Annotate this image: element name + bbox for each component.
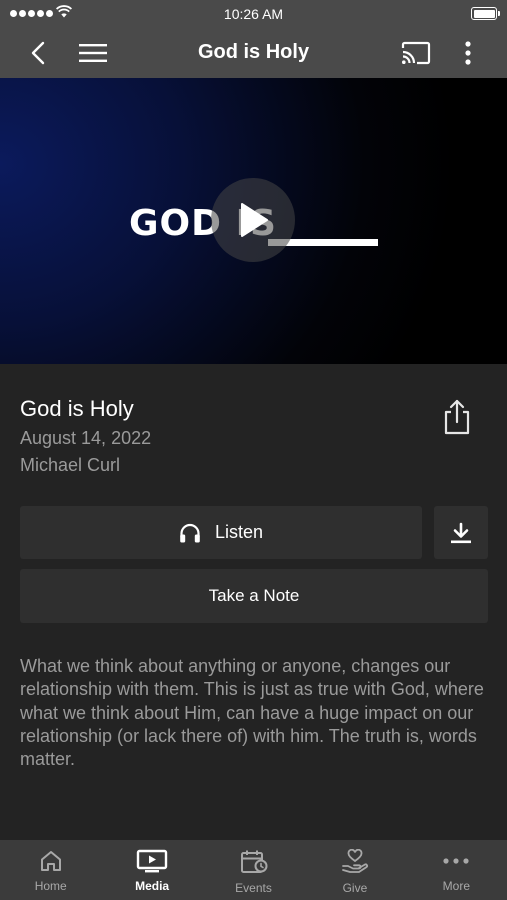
share-button[interactable] xyxy=(440,398,474,436)
overflow-menu-button[interactable] xyxy=(455,28,481,78)
tab-media-label: Media xyxy=(135,879,170,893)
tab-home-label: Home xyxy=(34,879,67,893)
tab-more-label: More xyxy=(442,879,470,893)
cast-icon xyxy=(401,41,431,65)
battery-icon xyxy=(471,7,500,20)
status-time: 10:26 AM xyxy=(223,6,284,22)
tab-events[interactable]: Events xyxy=(203,840,304,900)
download-icon xyxy=(451,522,471,543)
nav-bar: God is Holy xyxy=(0,28,507,78)
tab-bar: Home Media Events Give More xyxy=(0,840,507,900)
media-icon xyxy=(136,849,168,873)
sermon-description: What we think about anything or anyone, … xyxy=(20,656,484,770)
tab-more[interactable]: More xyxy=(406,840,507,900)
tab-give[interactable]: Give xyxy=(304,840,405,900)
tab-media[interactable]: Media xyxy=(101,840,202,900)
share-icon xyxy=(444,399,470,435)
sermon-title: God is Holy xyxy=(20,396,134,421)
sermon-date: August 14, 2022 xyxy=(20,428,152,448)
headphones-icon xyxy=(180,523,200,542)
video-player[interactable]: GOD IS xyxy=(0,78,507,364)
listen-label: Listen xyxy=(214,522,264,542)
sermon-speaker: Michael Curl xyxy=(20,455,121,475)
give-icon xyxy=(342,849,368,873)
status-bar: 10:26 AM xyxy=(0,0,507,28)
play-button[interactable] xyxy=(211,178,295,262)
listen-button[interactable]: Listen xyxy=(20,506,422,559)
events-icon xyxy=(240,850,268,873)
take-note-label: Take a Note xyxy=(208,586,300,605)
tab-home[interactable]: Home xyxy=(0,840,101,900)
take-note-button[interactable]: Take a Note xyxy=(20,569,488,623)
more-icon xyxy=(443,858,469,864)
download-button[interactable] xyxy=(434,506,488,559)
home-icon xyxy=(40,851,61,871)
tab-events-label: Events xyxy=(235,881,272,895)
cast-button[interactable] xyxy=(396,28,436,78)
play-icon xyxy=(241,203,268,237)
more-vertical-icon xyxy=(465,41,471,65)
tab-give-label: Give xyxy=(342,881,368,895)
